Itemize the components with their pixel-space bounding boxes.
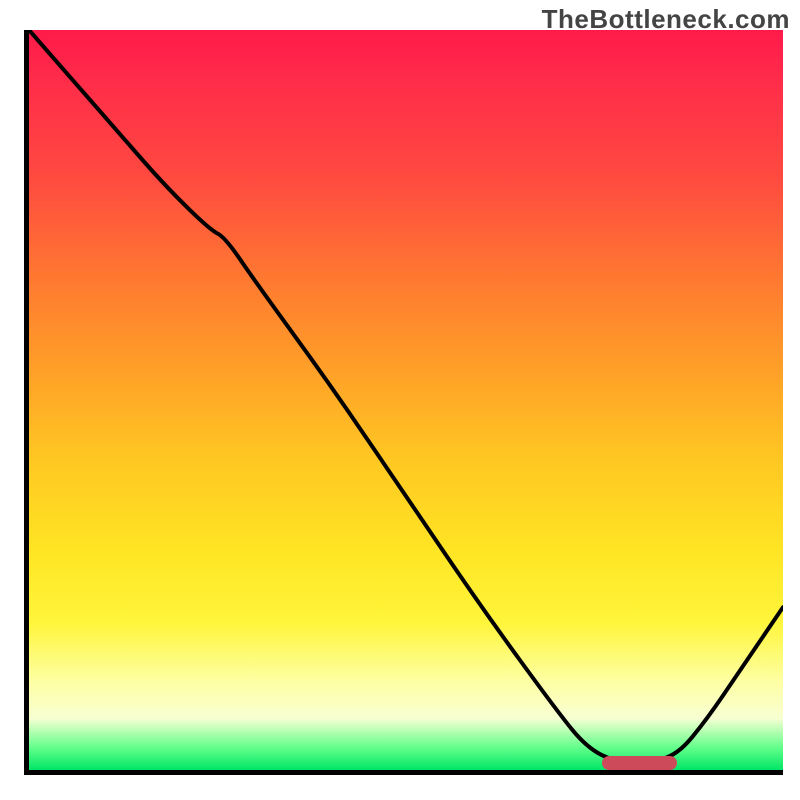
optimum-marker <box>602 756 677 770</box>
curve-path <box>29 30 783 763</box>
curve-svg <box>29 30 783 770</box>
plot-area <box>24 30 783 775</box>
chart-stage: TheBottleneck.com <box>0 0 800 800</box>
